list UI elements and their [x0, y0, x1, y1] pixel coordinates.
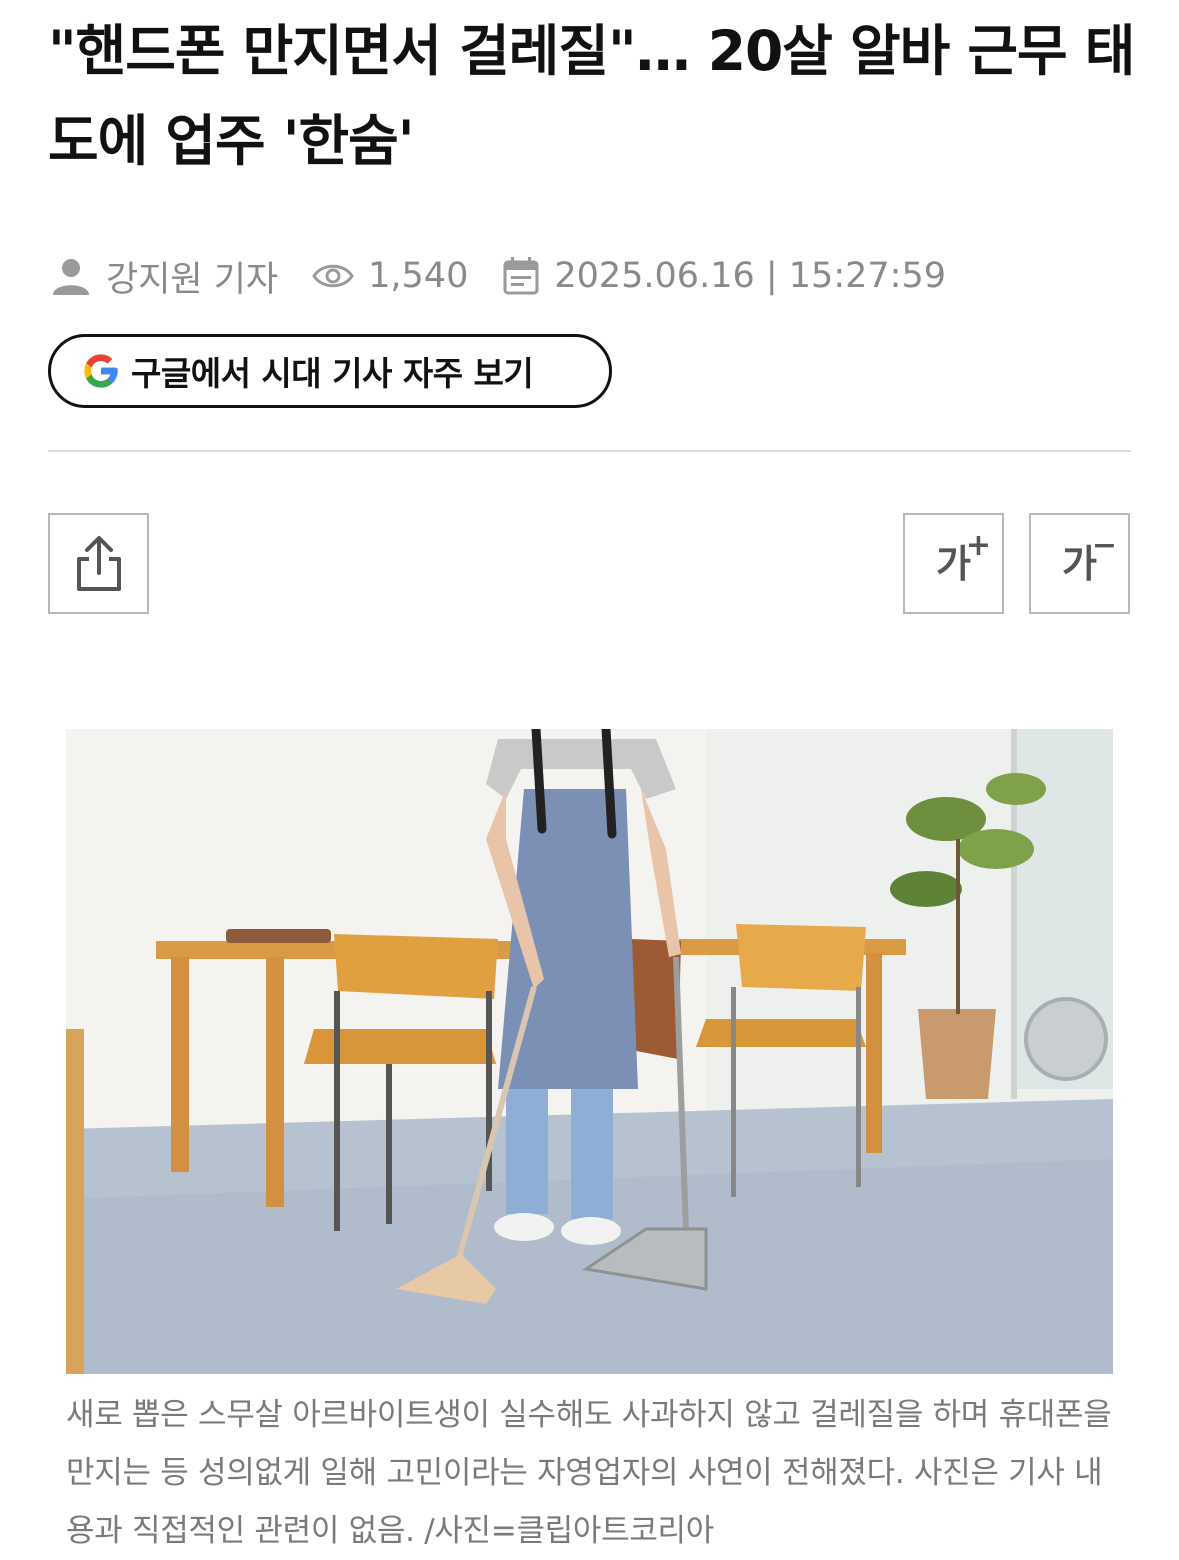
- person-icon: [50, 255, 92, 297]
- photo-illustration: [66, 729, 1113, 1374]
- font-decrease-glyph: 가 −: [1062, 530, 1117, 583]
- share-button[interactable]: [48, 513, 149, 614]
- font-size-decrease-button[interactable]: 가 −: [1029, 513, 1130, 614]
- google-g-icon: [81, 351, 121, 391]
- font-increase-glyph: 가 +: [936, 530, 991, 583]
- header-divider: [48, 450, 1131, 452]
- article-meta: 강지원 기자 1,540 2025.06.16 | 15:27:59: [50, 248, 946, 304]
- calendar-icon: [502, 256, 540, 296]
- publish-date: 2025.06.16 | 15:27:59: [554, 256, 946, 296]
- google-follow-label: 구글에서 시대 기사 자주 보기: [131, 354, 534, 393]
- view-count: 1,540: [368, 256, 469, 296]
- author-name: 강지원 기자: [106, 259, 279, 300]
- font-size-increase-button[interactable]: 가 +: [903, 513, 1004, 614]
- minus-icon: −: [1091, 527, 1117, 563]
- photo-caption: 새로 뽑은 스무살 아르바이트생이 실수해도 사과하지 않고 걸레질을 하며 휴…: [66, 1397, 1112, 1549]
- article-headline: "핸드폰 만지면서 걸레질"… 20살 알바 근무 태도에 업주 '한숨': [48, 19, 1135, 173]
- article-photo: [66, 729, 1113, 1374]
- plus-icon: +: [965, 527, 991, 563]
- share-icon: [74, 535, 124, 593]
- google-follow-button[interactable]: 구글에서 시대 기사 자주 보기: [48, 334, 612, 408]
- eye-icon: [312, 261, 354, 291]
